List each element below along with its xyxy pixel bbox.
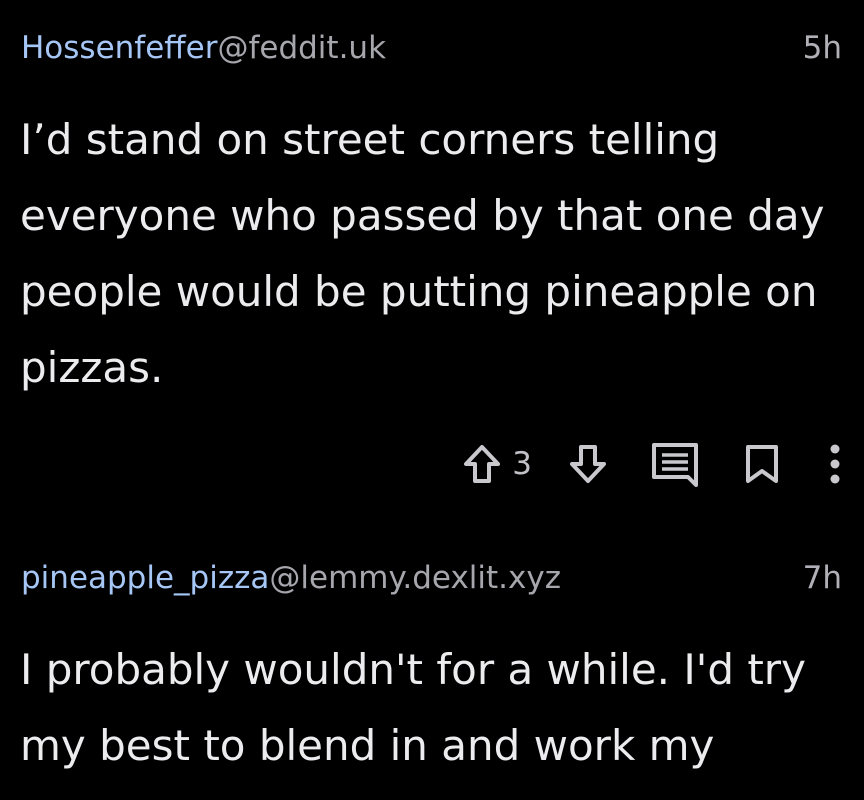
author-name[interactable]: Hossenfeffer <box>21 30 217 66</box>
comment: Hossenfeffer@feddit.uk 5h I’d stand on s… <box>0 0 864 540</box>
more-options-button[interactable] <box>828 442 842 486</box>
downvote-button[interactable] <box>568 443 608 485</box>
comment-header: pineapple_pizza@lemmy.dexlit.xyz 7h <box>21 558 842 598</box>
reply-button[interactable] <box>650 441 700 487</box>
downvote-icon <box>568 443 608 485</box>
upvote-icon <box>462 443 502 485</box>
comment-time: 7h <box>802 560 842 596</box>
score-count: 3 <box>512 446 532 482</box>
comment-time: 5h <box>802 30 842 66</box>
more-icon <box>828 442 842 486</box>
bookmark-icon <box>744 443 780 485</box>
bookmark-button[interactable] <box>744 443 780 485</box>
comment-header: Hossenfeffer@feddit.uk 5h <box>21 28 842 68</box>
upvote-button[interactable]: 3 <box>462 443 532 485</box>
comment: pineapple_pizza@lemmy.dexlit.xyz 7h I pr… <box>0 540 864 800</box>
author-instance[interactable]: @feddit.uk <box>217 30 386 66</box>
comment-body: I probably wouldn't for a while. I'd try… <box>20 645 806 770</box>
author-instance[interactable]: @lemmy.dexlit.xyz <box>269 560 561 596</box>
comment-actions: 3 <box>462 438 842 490</box>
author-name[interactable]: pineapple_pizza <box>21 560 269 596</box>
comment-body: I’d stand on street corners telling ever… <box>20 115 825 392</box>
reply-icon <box>650 441 700 487</box>
